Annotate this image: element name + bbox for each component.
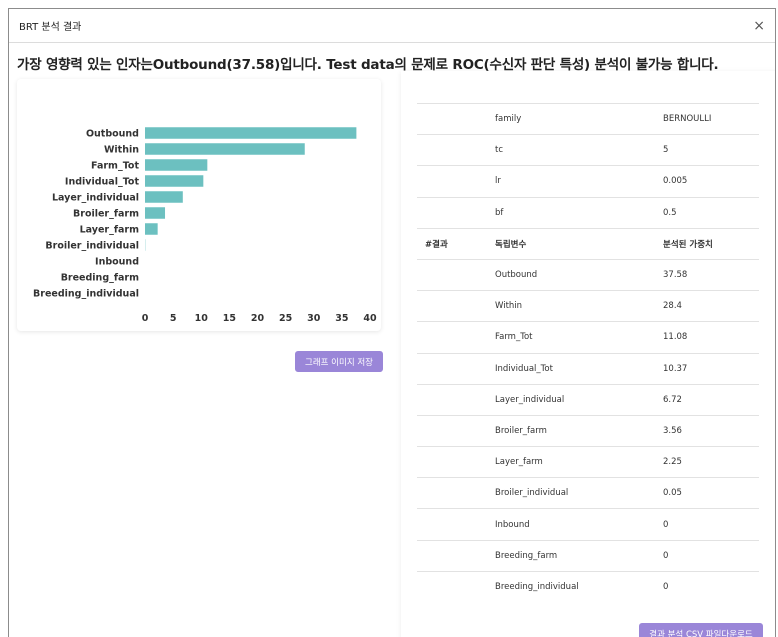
- result-variable: Outbound: [487, 258, 655, 291]
- result-variable: Broiler_individual: [487, 477, 655, 509]
- result-row: Individual_Tot 10.37: [417, 352, 759, 385]
- param-row: bf 0.5: [417, 196, 759, 229]
- result-weight: 0: [655, 539, 759, 572]
- bar-Outbound: [145, 127, 357, 139]
- x-tick-label: 25: [279, 313, 292, 324]
- category-label: Individual_Tot: [65, 177, 140, 188]
- category-label: Within: [104, 145, 139, 156]
- x-tick-label: 35: [335, 313, 348, 324]
- results-card: family BERNOULLI tc 5 lr 0.005 bf 0.5 #결…: [401, 71, 775, 637]
- weight-column-header: 분석된 가중치: [655, 227, 759, 260]
- param-value: 0.5: [655, 196, 759, 229]
- importance-bar-chart: Outbound Within Farm_Tot Individual_Tot Laye…: [33, 127, 377, 324]
- results-header-row: #결과 독립변수 분석된 가중치: [417, 227, 759, 260]
- bar-Broiler_farm: [145, 207, 166, 219]
- result-variable: Layer_individual: [487, 383, 655, 416]
- param-key: bf: [487, 196, 655, 229]
- result-row: Breeding_individual 0: [417, 570, 759, 602]
- param-value: 0.005: [655, 165, 759, 198]
- result-weight: 2.25: [655, 446, 759, 478]
- result-weight: 3.56: [655, 414, 759, 447]
- result-row: Within 28.4: [417, 290, 759, 322]
- result-weight: 10.37: [655, 352, 759, 385]
- bar-Individual_Tot: [145, 175, 204, 187]
- category-label: Layer_individual: [52, 193, 139, 204]
- result-weight: 0.05: [655, 477, 759, 509]
- results-table: family BERNOULLI tc 5 lr 0.005 bf 0.5 #결…: [417, 102, 759, 602]
- category-label: Breeding_individual: [33, 289, 139, 300]
- result-weight: 11.08: [655, 321, 759, 353]
- x-tick-label: 15: [223, 313, 236, 324]
- result-headline: 가장 영향력 있는 인자는Outbound(37.58)입니다. Test da…: [17, 57, 719, 73]
- chart-card: Outbound Within Farm_Tot Individual_Tot Laye…: [17, 79, 381, 331]
- download-csv-button[interactable]: 결과 분석 CSV 파일다운로드: [639, 623, 763, 637]
- param-key: lr: [487, 165, 655, 198]
- param-key: tc: [487, 134, 655, 166]
- result-weight: 37.58: [655, 258, 759, 291]
- category-label: Outbound: [86, 129, 139, 140]
- result-row: Layer_farm 2.25: [417, 446, 759, 478]
- category-label: Inbound: [95, 257, 139, 268]
- param-row: family BERNOULLI: [417, 102, 759, 135]
- result-variable: Broiler_farm: [487, 414, 655, 447]
- result-variable: Within: [487, 290, 655, 322]
- result-variable: Individual_Tot: [487, 352, 655, 385]
- results-section-label: #결과: [417, 227, 487, 260]
- x-tick-label: 30: [307, 313, 321, 324]
- category-label: Broiler_individual: [45, 241, 139, 252]
- save-graph-image-button[interactable]: 그래프 이미지 저장: [295, 351, 383, 372]
- result-row: Outbound 37.58: [417, 258, 759, 291]
- result-variable: Breeding_individual: [487, 570, 655, 602]
- param-key: family: [487, 102, 655, 135]
- param-value: 5: [655, 134, 759, 166]
- variable-column-header: 독립변수: [487, 227, 655, 260]
- param-row: lr 0.005: [417, 165, 759, 198]
- analysis-result-modal: BRT 분석 결과 × 가장 영향력 있는 인자는Outbound(37.58)…: [8, 8, 776, 637]
- result-row: Farm_Tot 11.08: [417, 321, 759, 353]
- bar-Layer_farm: [145, 223, 158, 235]
- category-label: Breeding_farm: [61, 273, 139, 284]
- param-row: tc 5: [417, 134, 759, 166]
- result-row: Broiler_individual 0.05: [417, 477, 759, 509]
- modal-header: BRT 분석 결과 ×: [9, 9, 775, 43]
- result-weight: 0: [655, 508, 759, 541]
- modal-title: BRT 분석 결과: [19, 22, 82, 33]
- result-variable: Farm_Tot: [487, 321, 655, 353]
- close-icon[interactable]: ×: [753, 19, 765, 33]
- x-tick-label: 0: [142, 313, 149, 324]
- result-weight: 0: [655, 570, 759, 602]
- category-label: Broiler_farm: [73, 209, 139, 220]
- param-value: BERNOULLI: [655, 102, 759, 135]
- x-tick-label: 40: [363, 313, 377, 324]
- bar-Layer_individual: [145, 191, 183, 203]
- x-tick-label: 5: [170, 313, 177, 324]
- result-row: Inbound 0: [417, 508, 759, 541]
- result-variable: Inbound: [487, 508, 655, 541]
- x-tick-label: 10: [195, 313, 209, 324]
- bar-Within: [145, 143, 305, 155]
- category-label: Layer_farm: [80, 225, 139, 236]
- bar-Farm_Tot: [145, 159, 208, 171]
- result-variable: Layer_farm: [487, 446, 655, 478]
- result-variable: Breeding_farm: [487, 539, 655, 572]
- result-weight: 6.72: [655, 383, 759, 416]
- result-weight: 28.4: [655, 290, 759, 322]
- result-row: Layer_individual 6.72: [417, 383, 759, 416]
- category-label: Farm_Tot: [91, 161, 139, 172]
- x-tick-label: 20: [251, 313, 265, 324]
- result-row: Breeding_farm 0: [417, 539, 759, 572]
- result-row: Broiler_farm 3.56: [417, 414, 759, 447]
